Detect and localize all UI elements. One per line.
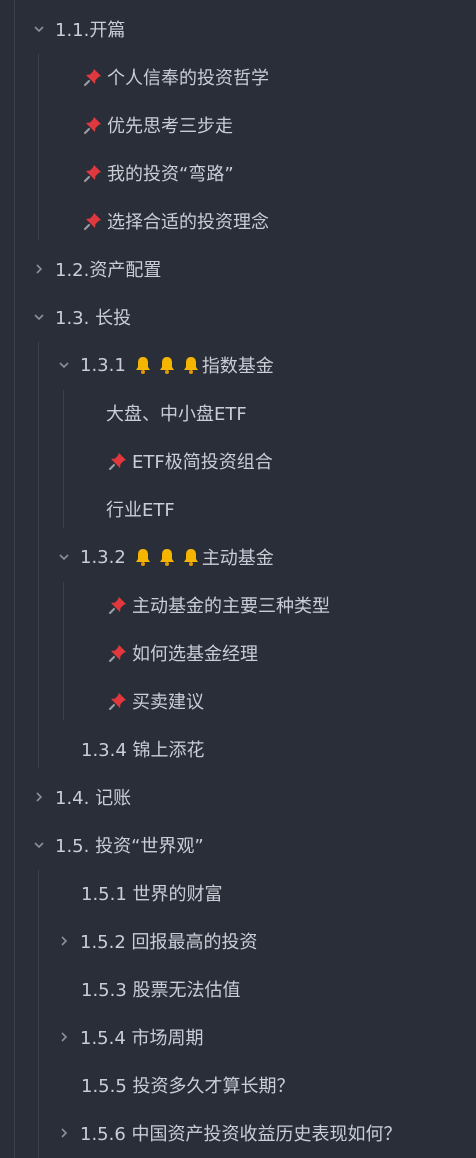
chevron-down-icon[interactable]: [31, 837, 47, 853]
tree-item-1-5-5[interactable]: 1.5.5 投资多久才算长期？: [0, 1061, 476, 1109]
tree-item-1-3-4[interactable]: 1.3.4 锦上添花: [0, 725, 476, 773]
tree-item-choose-philosophy[interactable]: 选择合适的投资理念: [0, 197, 476, 245]
bell-group: [134, 355, 202, 375]
pushpin-icon: [109, 597, 126, 614]
tree-item-label: 1.1.开篇: [55, 20, 126, 41]
tree-item-label: 主动基金: [201, 548, 274, 569]
tree-item-label: 1.5. 投资“世界观”: [55, 836, 204, 857]
tree-item-label: 主动基金的主要三种类型: [132, 596, 330, 617]
tree-item-number: 1.3.2: [80, 546, 126, 568]
bell-icon: [159, 357, 174, 374]
tree-item-label: 个人信奉的投资哲学: [107, 68, 269, 89]
tree-item-number: 1.3.1: [80, 354, 126, 376]
tree-item-label: 1.4. 记账: [55, 788, 132, 809]
chevron-right-icon[interactable]: [56, 1029, 72, 1045]
tree-item-1-5-1[interactable]: 1.5.1 世界的财富: [0, 869, 476, 917]
tree-item-1-3-1[interactable]: 1.3.1 指数基金: [0, 341, 476, 389]
tree-item-1-1[interactable]: 1.1.开篇: [0, 5, 476, 53]
tree-item-1-5-3[interactable]: 1.5.3 股票无法估值: [0, 965, 476, 1013]
tree-item-label: 1.3. 长投: [55, 308, 132, 329]
pushpin-icon: [109, 645, 126, 662]
tree-item-choose-manager[interactable]: 如何选基金经理: [0, 629, 476, 677]
pushpin-icon: [84, 213, 101, 230]
tree-item-large-small-cap-etf[interactable]: 大盘、中小盘ETF: [0, 389, 476, 437]
chevron-right-icon[interactable]: [31, 261, 47, 277]
bell-icon: [135, 357, 150, 374]
bell-icon: [159, 549, 174, 566]
tree-item-label: 大盘、中小盘ETF: [106, 404, 247, 425]
chevron-down-icon[interactable]: [31, 309, 47, 325]
tree-item-trading-advice[interactable]: 买卖建议: [0, 677, 476, 725]
tree-item-investment-philosophy[interactable]: 个人信奉的投资哲学: [0, 53, 476, 101]
chevron-down-icon[interactable]: [56, 549, 72, 565]
pushpin-icon: [109, 453, 126, 470]
tree-item-label: 1.3.4 锦上添花: [81, 740, 205, 761]
tree-item-label: 优先思考三步走: [107, 116, 233, 137]
tree-item-active-fund-types[interactable]: 主动基金的主要三种类型: [0, 581, 476, 629]
tree-item-label: 我的投资“弯路”: [107, 164, 234, 185]
bell-icon: [183, 357, 198, 374]
tree-item-detours[interactable]: 我的投资“弯路”: [0, 149, 476, 197]
chevron-right-icon[interactable]: [56, 933, 72, 949]
tree-item-label: 如何选基金经理: [132, 644, 258, 665]
tree-item-1-3-2[interactable]: 1.3.2 主动基金: [0, 533, 476, 581]
tree-item-label: 1.5.5 投资多久才算长期？: [81, 1076, 295, 1097]
tree-item-label: ETF极简投资组合: [132, 452, 273, 473]
pushpin-icon: [109, 693, 126, 710]
tree-item-1-2[interactable]: 1.2.资产配置: [0, 245, 476, 293]
chevron-down-icon[interactable]: [56, 357, 72, 373]
bell-icon: [135, 549, 150, 566]
tree-item-sector-etf[interactable]: 行业ETF: [0, 485, 476, 533]
tree-item-1-5-6[interactable]: 1.5.6 中国资产投资收益历史表现如何？: [0, 1109, 476, 1157]
tree-item-label: 1.5.6 中国资产投资收益历史表现如何？: [80, 1124, 402, 1145]
pushpin-icon: [84, 165, 101, 182]
tree-item-label: 指数基金: [201, 356, 274, 377]
tree-item-etf-portfolio[interactable]: ETF极简投资组合: [0, 437, 476, 485]
tree-item-label: 1.5.4 市场周期: [80, 1028, 204, 1049]
tree-item-1-4[interactable]: 1.4. 记账: [0, 773, 476, 821]
outline-tree: 1.1.开篇 个人信奉的投资哲学 优先思考三步走 我的投资“弯路” 选择合适的投…: [0, 0, 476, 1158]
bell-group: [134, 547, 202, 567]
tree-item-label: 选择合适的投资理念: [107, 212, 269, 233]
tree-item-1-5-2[interactable]: 1.5.2 回报最高的投资: [0, 917, 476, 965]
pushpin-icon: [84, 69, 101, 86]
tree-item-label: 买卖建议: [132, 692, 204, 713]
tree-item-label: 1.2.资产配置: [55, 260, 162, 281]
tree-item-label: 1.5.2 回报最高的投资: [80, 932, 258, 953]
tree-item-label: 1.5.3 股票无法估值: [81, 980, 241, 1001]
pushpin-icon: [84, 117, 101, 134]
chevron-down-icon[interactable]: [31, 21, 47, 37]
tree-item-label: 行业ETF: [106, 500, 175, 521]
bell-icon: [183, 549, 198, 566]
tree-item-1-5[interactable]: 1.5. 投资“世界观”: [0, 821, 476, 869]
chevron-right-icon[interactable]: [56, 1125, 72, 1141]
chevron-right-icon[interactable]: [31, 789, 47, 805]
tree-item-1-3[interactable]: 1.3. 长投: [0, 293, 476, 341]
tree-item-three-steps[interactable]: 优先思考三步走: [0, 101, 476, 149]
tree-item-label: 1.5.1 世界的财富: [81, 884, 223, 905]
tree-item-1-5-4[interactable]: 1.5.4 市场周期: [0, 1013, 476, 1061]
